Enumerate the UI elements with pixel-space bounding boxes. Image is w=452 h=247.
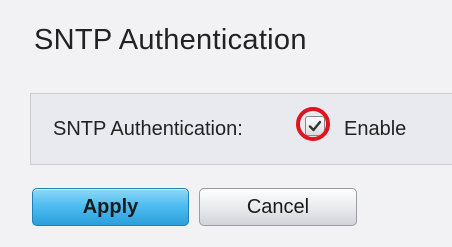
sntp-authentication-page: SNTP Authentication SNTP Authentication:… (0, 0, 452, 247)
apply-button[interactable]: Apply (32, 188, 189, 226)
enable-label[interactable]: Enable (344, 118, 406, 141)
checkmark-icon (308, 120, 322, 132)
enable-checkbox[interactable] (305, 116, 325, 136)
sntp-authentication-label: SNTP Authentication: (53, 118, 243, 140)
page-title: SNTP Authentication (34, 24, 307, 56)
cancel-button[interactable]: Cancel (199, 188, 357, 226)
settings-panel: SNTP Authentication: Enable (30, 93, 452, 165)
